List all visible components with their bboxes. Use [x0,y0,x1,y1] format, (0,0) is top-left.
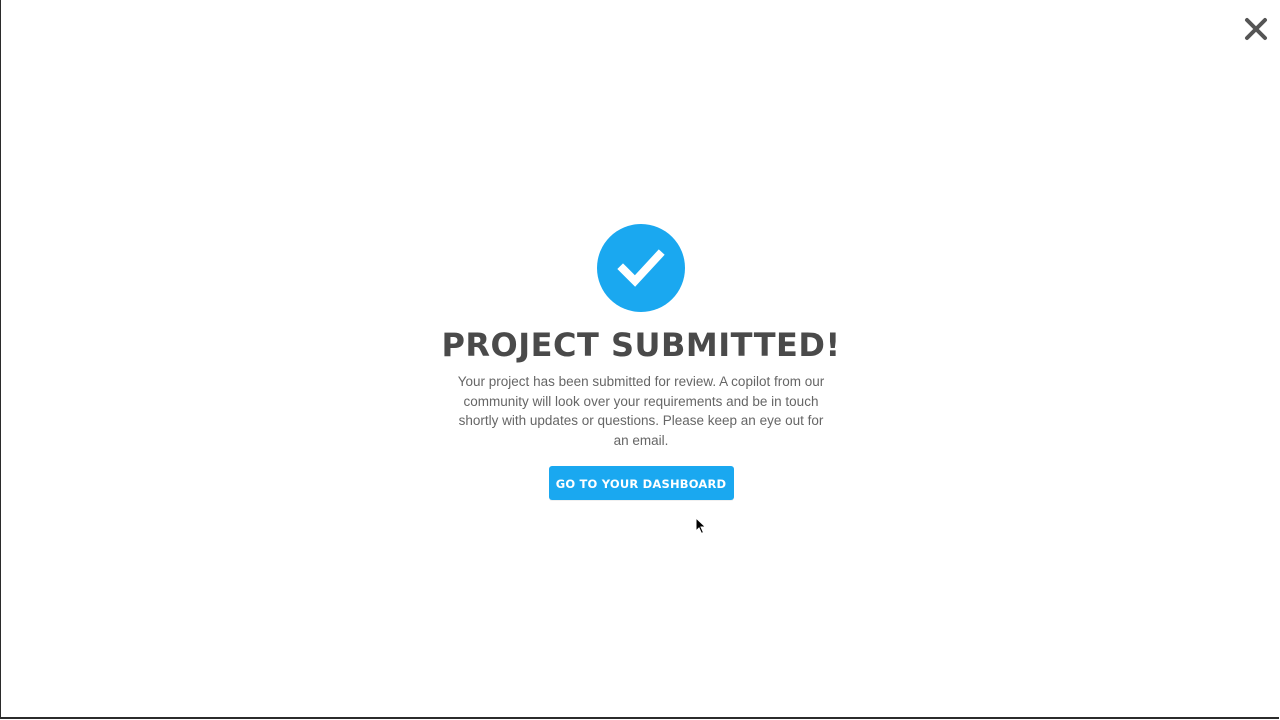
page-title: PROJECT SUBMITTED! [441,326,841,364]
modal-overlay: PROJECT SUBMITTED! Your project has been… [0,0,1279,719]
checkmark-icon [617,249,665,287]
close-icon [1245,18,1267,40]
close-button[interactable] [1243,16,1269,42]
submission-confirmation: PROJECT SUBMITTED! Your project has been… [441,224,841,500]
mouse-cursor-icon [695,517,707,535]
confirmation-message: Your project has been submitted for revi… [457,374,825,448]
success-badge [597,224,685,312]
go-to-dashboard-button[interactable]: GO TO YOUR DASHBOARD [548,466,734,500]
